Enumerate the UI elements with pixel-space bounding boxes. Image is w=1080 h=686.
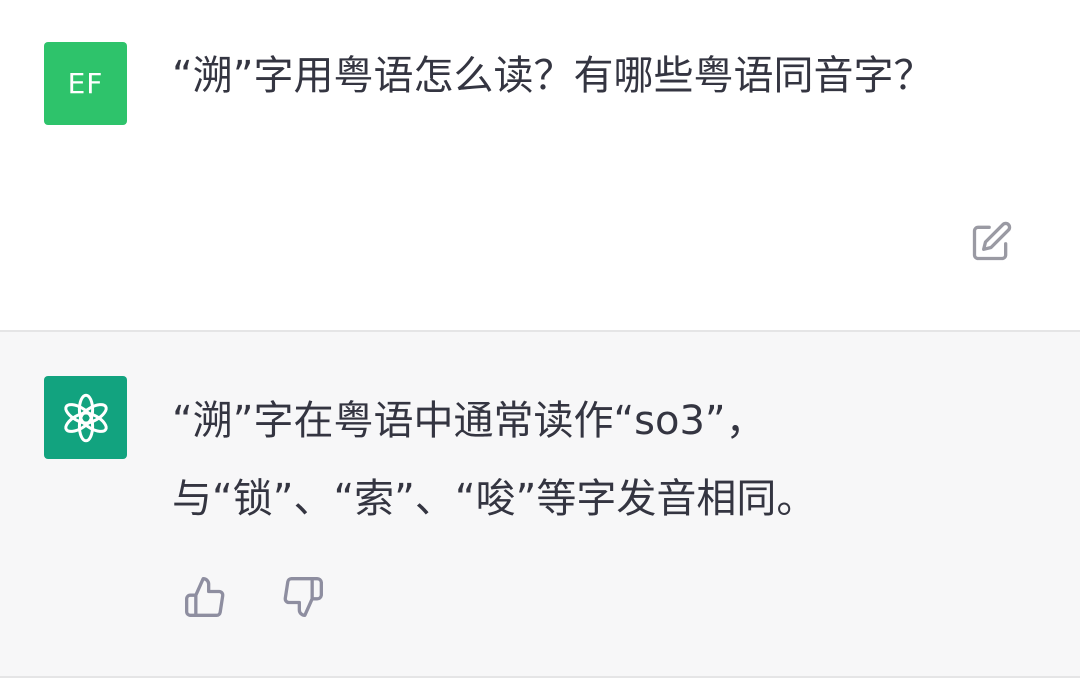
assistant-message-text: “溯”字在粤语中通常读作“so3”，与“锁”、“索”、“唆”等字发音相同。: [172, 398, 817, 522]
assistant-avatar: [44, 376, 127, 459]
edit-message-button[interactable]: [966, 218, 1016, 266]
thumbs-down-button[interactable]: [278, 572, 328, 622]
user-avatar-initials: EF: [67, 67, 104, 100]
chat-transcript: EF “溯”字用粤语怎么读？有哪些粤语同音字？ “溯”字在粤语中通常读作“so3…: [0, 0, 1080, 686]
user-message: EF “溯”字用粤语怎么读？有哪些粤语同音字？: [0, 0, 1080, 330]
thumbs-down-icon: [283, 577, 323, 617]
edit-icon: [972, 221, 1012, 261]
assistant-message: “溯”字在粤语中通常读作“so3”，与“锁”、“索”、“唆”等字发音相同。: [0, 332, 1080, 676]
thumbs-up-icon: [185, 577, 225, 617]
bottom-area: [0, 678, 1080, 686]
user-message-text: “溯”字用粤语怎么读？有哪些粤语同音字？: [172, 53, 934, 99]
thumbs-up-button[interactable]: [180, 572, 230, 622]
user-avatar: EF: [44, 42, 127, 125]
openai-logo-icon: [63, 393, 108, 442]
